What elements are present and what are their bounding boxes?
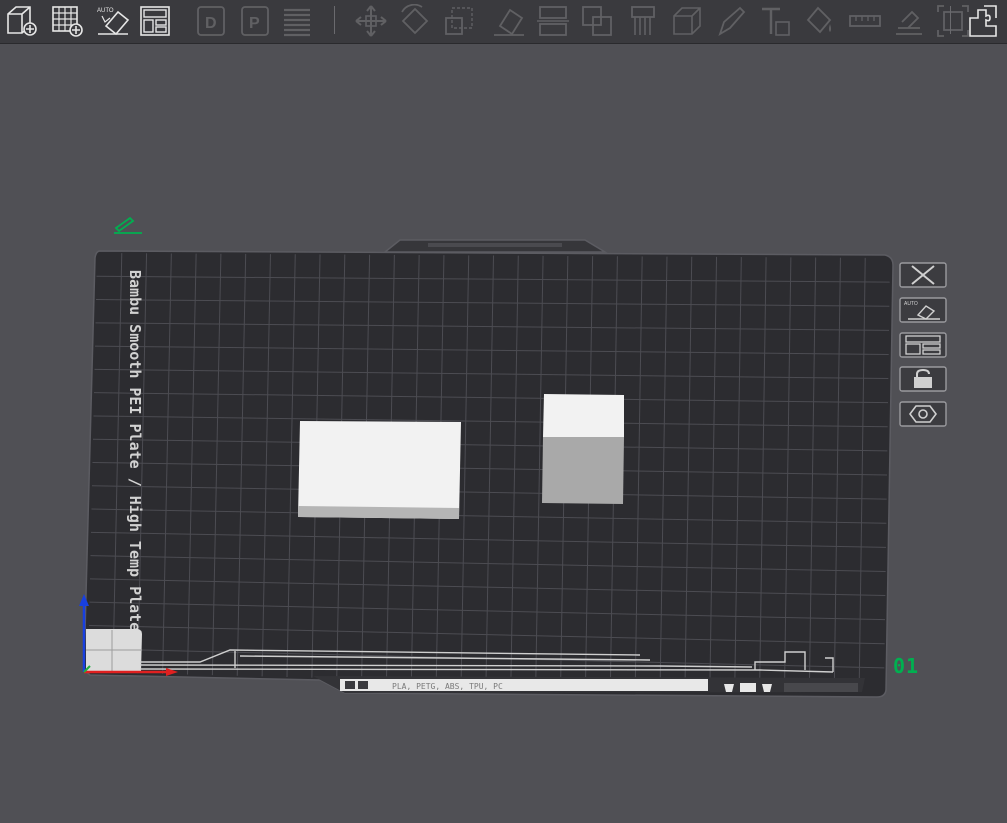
top-toolbar: AUTO D P bbox=[0, 0, 1007, 44]
move-button[interactable] bbox=[352, 2, 390, 40]
filament-icon-2 bbox=[358, 681, 368, 689]
move-icon bbox=[355, 5, 387, 37]
auto-orient-plate-label: AUTO bbox=[904, 301, 918, 307]
build-plate-scene[interactable]: Bambu Smooth PEI Plate / High Temp Plate… bbox=[0, 44, 1007, 823]
support-paint-icon bbox=[631, 6, 655, 35]
plate-settings-icon bbox=[899, 401, 947, 427]
rotate-button[interactable] bbox=[396, 2, 434, 40]
assemble-button[interactable] bbox=[890, 2, 928, 40]
toolbar-divider bbox=[334, 6, 335, 34]
measure-icon bbox=[849, 15, 881, 27]
assemble-icon bbox=[896, 10, 922, 35]
lay-on-face-icon bbox=[494, 8, 524, 36]
split-objects-button[interactable] bbox=[964, 2, 1002, 40]
plate-tab-slot bbox=[428, 243, 562, 247]
plate-front-slot bbox=[784, 683, 858, 692]
cut-button[interactable] bbox=[534, 2, 572, 40]
lock-plate-icon bbox=[899, 366, 947, 392]
fill-bucket-icon bbox=[806, 6, 832, 34]
measure-button[interactable] bbox=[846, 2, 884, 40]
add-object-icon bbox=[7, 6, 37, 36]
fill-bucket-button[interactable] bbox=[800, 2, 838, 40]
scale-button[interactable] bbox=[440, 2, 478, 40]
build-plate[interactable] bbox=[83, 250, 894, 698]
seam-paint-button[interactable] bbox=[668, 2, 706, 40]
edit-plate-name-icon[interactable] bbox=[112, 212, 144, 236]
support-paint-button[interactable] bbox=[624, 2, 662, 40]
add-plate-button[interactable] bbox=[48, 2, 86, 40]
filament-icon-1 bbox=[345, 681, 355, 689]
text-button[interactable] bbox=[756, 2, 794, 40]
add-plate-icon bbox=[52, 6, 83, 37]
filament-info-text: PLA, PETG, ABS, TPU, PC bbox=[392, 682, 503, 691]
auto-orient-label: AUTO bbox=[97, 8, 114, 14]
arrange-icon bbox=[140, 6, 170, 36]
auto-orient-plate-button[interactable]: AUTO bbox=[898, 296, 948, 324]
arrange-plate-button[interactable] bbox=[898, 331, 948, 359]
plate-view-button[interactable]: P bbox=[236, 2, 274, 40]
plate-name-label: Bambu Smooth PEI Plate / High Temp Plate bbox=[126, 270, 144, 631]
seam-paint-icon bbox=[673, 7, 701, 35]
plate-settings-button[interactable] bbox=[898, 400, 948, 428]
toolbar-divider-right bbox=[950, 6, 951, 34]
layers-icon bbox=[284, 8, 310, 37]
front-view-button[interactable]: D bbox=[192, 2, 230, 40]
cut-icon bbox=[537, 6, 569, 36]
3d-viewport[interactable]: Bambu Smooth PEI Plate / High Temp Plate… bbox=[0, 44, 1007, 823]
auto-orient-button[interactable]: AUTO bbox=[94, 2, 132, 40]
plate-view-icon: P bbox=[241, 6, 269, 36]
model-object-2-top[interactable] bbox=[543, 394, 624, 437]
plate-view-label: P bbox=[249, 15, 260, 32]
mesh-boolean-button[interactable] bbox=[578, 2, 616, 40]
arrange-button[interactable] bbox=[136, 2, 174, 40]
plate-number-label[interactable]: 01 bbox=[893, 654, 919, 678]
close-plate-button[interactable] bbox=[898, 261, 948, 289]
layers-button[interactable] bbox=[278, 2, 316, 40]
model-object-2-side[interactable] bbox=[542, 437, 624, 504]
color-paint-icon bbox=[718, 6, 746, 37]
arrange-plate-icon bbox=[899, 332, 947, 358]
model-object-1-side bbox=[298, 506, 459, 519]
text-icon bbox=[762, 7, 790, 36]
plate-front-icons bbox=[724, 683, 772, 692]
model-object-1[interactable] bbox=[298, 421, 461, 519]
add-object-button[interactable] bbox=[2, 2, 40, 40]
close-plate-icon bbox=[899, 262, 947, 288]
scale-icon bbox=[445, 7, 473, 35]
rotate-icon bbox=[401, 4, 429, 35]
auto-orient-plate-icon: AUTO bbox=[899, 297, 947, 323]
auto-orient-icon: AUTO bbox=[97, 8, 130, 36]
front-view-label: D bbox=[205, 15, 217, 32]
color-paint-button[interactable] bbox=[712, 2, 750, 40]
lay-on-face-button[interactable] bbox=[490, 2, 528, 40]
front-view-icon: D bbox=[197, 6, 225, 36]
lock-plate-button[interactable] bbox=[898, 365, 948, 393]
split-objects-icon bbox=[969, 5, 997, 37]
mesh-boolean-icon bbox=[582, 6, 612, 36]
